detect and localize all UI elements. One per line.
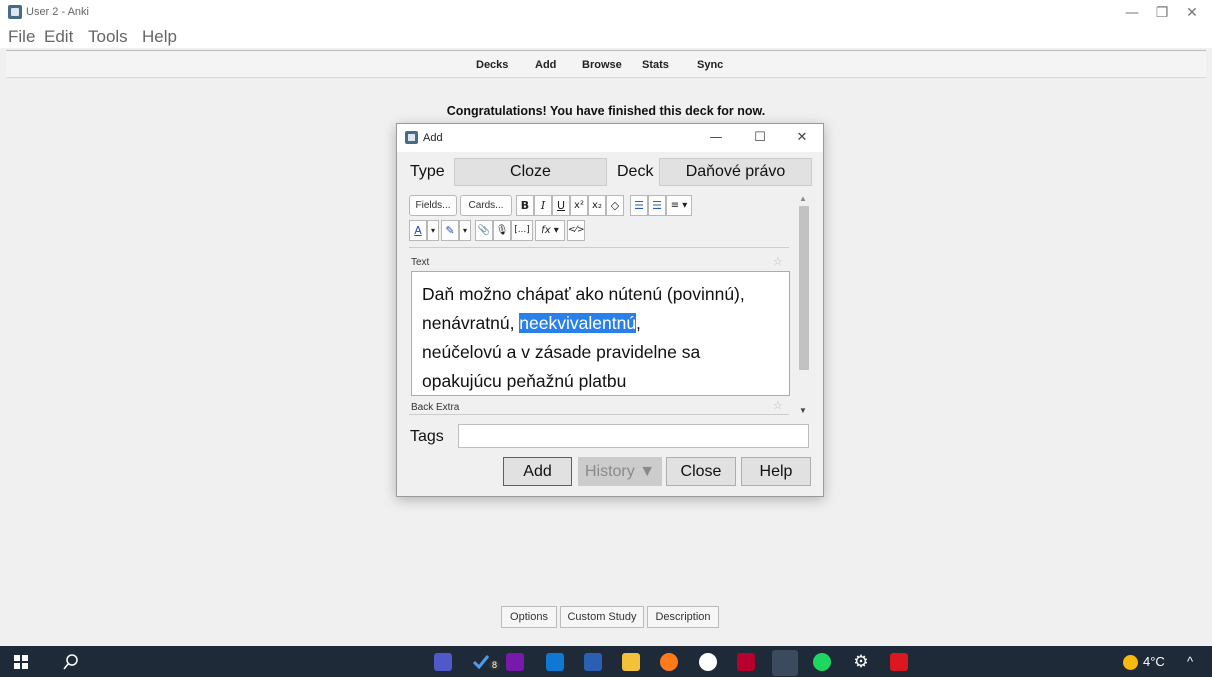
highlight-icon[interactable]: ✎ <box>441 220 459 241</box>
search-icon[interactable] <box>62 653 80 671</box>
todo-icon[interactable] <box>472 653 490 671</box>
subscript-button[interactable]: x₂ <box>588 195 606 216</box>
text-line-2-after: , <box>636 313 641 333</box>
help-button[interactable]: Help <box>741 457 811 486</box>
windows-start-icon[interactable] <box>14 655 28 669</box>
minimize-button[interactable]: — <box>1118 4 1146 22</box>
custom-study-button[interactable]: Custom Study <box>560 606 644 628</box>
congratulations-message: Congratulations! You have finished this … <box>446 104 766 118</box>
add-dialog: Add — ☐ ✕ Type Cloze Deck Daňové právo F… <box>396 123 824 497</box>
scroll-up-icon[interactable]: ▲ <box>799 194 807 203</box>
highlight-dropdown-icon[interactable]: ▾ <box>459 220 471 241</box>
dialog-title: Add <box>423 132 443 144</box>
close-window-button[interactable]: ✕ <box>1178 4 1206 22</box>
dialog-titlebar: Add — ☐ ✕ <box>397 124 823 152</box>
settings-icon[interactable]: ⚙ <box>852 653 870 671</box>
toolbar-stats[interactable]: Stats <box>642 59 669 71</box>
toolbar-add[interactable]: Add <box>535 59 556 71</box>
word-icon[interactable] <box>584 653 602 671</box>
options-button[interactable]: Options <box>501 606 557 628</box>
text-color-dropdown-icon[interactable]: ▾ <box>427 220 439 241</box>
anki-app-icon <box>8 5 22 19</box>
scroll-down-icon[interactable]: ▼ <box>799 406 807 415</box>
dialog-minimize-button[interactable]: — <box>703 129 729 147</box>
bullet-list-icon[interactable]: ☰ <box>630 195 648 216</box>
text-line-2-before: nenávratnú, <box>422 313 520 333</box>
menu-edit[interactable]: Edit <box>44 27 73 47</box>
menu-tools[interactable]: Tools <box>88 27 128 47</box>
cloze-button[interactable]: [...] <box>511 220 533 241</box>
divider <box>409 414 789 415</box>
dialog-close-button[interactable]: ✕ <box>789 129 815 147</box>
main-toolbar: Decks Add Browse Stats Sync <box>6 50 1206 78</box>
teams-icon[interactable] <box>434 653 452 671</box>
tags-input[interactable] <box>458 424 809 448</box>
bold-button[interactable]: B <box>516 195 534 216</box>
text-line-3: neúčelovú a v zásade pravidelne sa <box>422 342 701 362</box>
taskbar: 8 ⚙ 4°C ^ <box>0 646 1212 677</box>
file-explorer-icon[interactable] <box>622 653 640 671</box>
acrobat-icon[interactable] <box>890 653 908 671</box>
menu-bar: File Edit Tools Help <box>0 26 1212 48</box>
eraser-icon[interactable]: ◇ <box>606 195 624 216</box>
toolbar-decks[interactable]: Decks <box>476 59 508 71</box>
align-dropdown[interactable]: ≡ ▾ <box>666 195 692 216</box>
selected-text: neekvivalentnú <box>519 313 637 333</box>
text-line-1: Daň možno chápať ako nútenú (povinnú), <box>422 284 745 304</box>
onenote-icon[interactable] <box>506 653 524 671</box>
firefox-icon[interactable] <box>660 653 678 671</box>
tray-chevron-icon[interactable]: ^ <box>1187 654 1193 669</box>
dialog-maximize-button[interactable]: ☐ <box>747 129 773 147</box>
close-button[interactable]: Close <box>666 457 736 486</box>
todo-badge: 8 <box>489 660 501 670</box>
deck-label: Deck <box>617 163 654 180</box>
anki-taskbar-icon[interactable] <box>772 650 798 676</box>
field-label-back-extra: Back Extra <box>411 402 460 413</box>
superscript-button[interactable]: x² <box>570 195 588 216</box>
fields-button[interactable]: Fields... <box>409 195 457 216</box>
chat-icon[interactable] <box>699 653 717 671</box>
type-label: Type <box>410 163 445 180</box>
anki-dialog-icon <box>405 131 418 144</box>
menu-file[interactable]: File <box>8 27 35 47</box>
record-audio-icon[interactable]: 🎙 <box>493 220 511 241</box>
weather-icon <box>1123 655 1138 670</box>
toolbar-sync[interactable]: Sync <box>697 59 723 71</box>
description-button[interactable]: Description <box>647 606 719 628</box>
note-type-button[interactable]: Cloze <box>454 158 607 186</box>
numbered-list-icon[interactable]: ☰ <box>648 195 666 216</box>
editor-area: Fields... Cards... B I U x² x₂ ◇ ☰ ☰ ≡ ▾… <box>407 189 793 415</box>
attach-icon[interactable]: 📎 <box>475 220 493 241</box>
scroll-thumb[interactable] <box>799 206 809 370</box>
window-titlebar: User 2 - Anki — ❐ ✕ <box>0 0 1212 26</box>
text-field-editor[interactable]: Daň možno chápať ako nútenú (povinnú), n… <box>411 271 790 396</box>
text-line-4: opakujúcu peňažnú platbu <box>422 371 627 391</box>
mendeley-icon[interactable] <box>737 653 755 671</box>
pin-icon[interactable]: ☆ <box>773 255 783 268</box>
outlook-icon[interactable] <box>546 653 564 671</box>
temperature: 4°C <box>1143 654 1165 669</box>
add-button[interactable]: Add <box>503 457 572 486</box>
pin-icon-back-extra[interactable]: ☆ <box>773 399 783 412</box>
menu-help[interactable]: Help <box>142 27 177 47</box>
editor-scrollbar[interactable]: ▲ ▼ <box>797 192 811 418</box>
text-line-2: nenávratnú, neekvivalentnú, <box>422 309 779 338</box>
divider <box>409 247 789 248</box>
field-label-text: Text <box>411 257 430 268</box>
underline-button[interactable]: U <box>552 195 570 216</box>
text-color-icon[interactable]: A <box>409 220 427 241</box>
history-button[interactable]: History ▼ <box>578 457 662 486</box>
formula-dropdown[interactable]: fx ▾ <box>535 220 565 241</box>
tags-label: Tags <box>410 428 444 445</box>
window-title: User 2 - Anki <box>26 6 89 18</box>
html-editor-icon[interactable]: <⁄> <box>567 220 585 241</box>
spotify-icon[interactable] <box>813 653 831 671</box>
italic-button[interactable]: I <box>534 195 552 216</box>
maximize-button[interactable]: ❐ <box>1148 4 1176 22</box>
deck-button[interactable]: Daňové právo <box>659 158 812 186</box>
cards-button[interactable]: Cards... <box>460 195 512 216</box>
toolbar-browse[interactable]: Browse <box>582 59 622 71</box>
